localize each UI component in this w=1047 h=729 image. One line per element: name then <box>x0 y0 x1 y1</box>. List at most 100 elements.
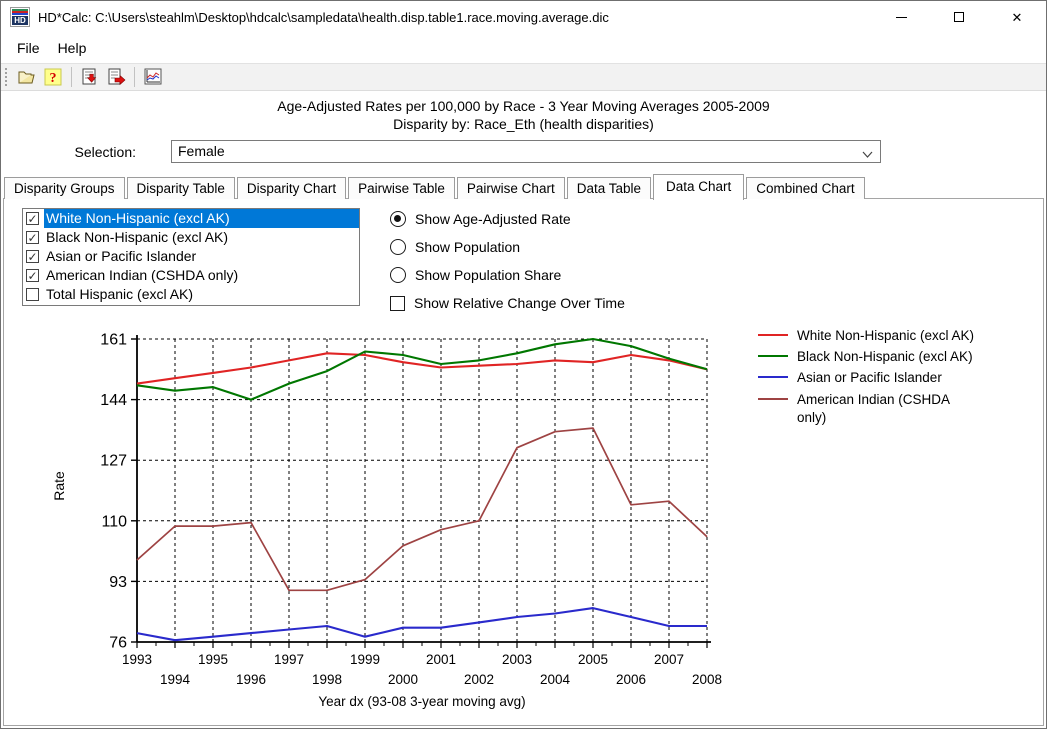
maximize-icon <box>954 12 964 22</box>
radio-show-population[interactable]: Show Population <box>390 237 520 257</box>
menu-item-file[interactable]: File <box>8 36 49 60</box>
radio-icon[interactable] <box>390 267 406 283</box>
legend-line-swatch <box>758 355 788 357</box>
group-listbox: ✓ White Non-Hispanic (excl AK) ✓ Black Non-… <box>22 208 360 306</box>
chart-options-button[interactable] <box>141 65 165 89</box>
group-label: White Non-Hispanic (excl AK) <box>44 209 359 228</box>
legend-entry: Black Non-Hispanic (excl AK) <box>758 348 1020 366</box>
group-list-item[interactable]: ✓ White Non-Hispanic (excl AK) <box>23 209 359 228</box>
toolbar-separator <box>134 67 135 87</box>
minimize-button[interactable] <box>872 1 930 33</box>
x-tick-label: 1993 <box>122 652 152 667</box>
y-tick-label: 110 <box>101 513 127 530</box>
x-tick-label: 2008 <box>692 672 722 687</box>
x-tick-label: 1995 <box>198 652 228 667</box>
x-tick-label: 1994 <box>160 672 191 687</box>
radio-selected-icon[interactable] <box>390 211 406 227</box>
x-axis-title: Year dx (93-08 3-year moving avg) <box>318 694 525 709</box>
group-label: Black Non-Hispanic (excl AK) <box>44 228 359 247</box>
tab-disparity-groups[interactable]: Disparity Groups <box>4 177 125 199</box>
tab-disparity-chart[interactable]: Disparity Chart <box>237 177 346 199</box>
group-list-item[interactable]: ✓ American Indian (CSHDA only) <box>23 266 359 285</box>
unchecked-checkbox-icon[interactable] <box>390 296 405 311</box>
checked-checkbox-icon[interactable]: ✓ <box>26 231 39 244</box>
tab-combined-chart[interactable]: Combined Chart <box>746 177 864 199</box>
close-icon: ✕ <box>1012 11 1023 24</box>
legend-entry: American Indian (CSHDA only) <box>758 391 1020 427</box>
open-file-button[interactable] <box>15 65 39 89</box>
radio-icon[interactable] <box>390 239 406 255</box>
close-button[interactable]: ✕ <box>988 1 1046 33</box>
toolbar-separator <box>71 67 72 87</box>
menu-item-help[interactable]: Help <box>49 36 96 60</box>
chart-heading-line2: Disparity by: Race_Eth (health dispariti… <box>1 116 1046 132</box>
legend-line-swatch <box>758 398 788 400</box>
export-report-icon <box>106 67 126 87</box>
help-button[interactable]: ? <box>41 65 65 89</box>
title-bar: HD HD*Calc: C:\Users\steahlm\Desktop\hdc… <box>1 1 1046 33</box>
chart-panel: 7693110127144161199319941995199619971998… <box>20 316 1031 720</box>
selection-dropdown[interactable]: Female <box>171 140 881 163</box>
tab-pairwise-table[interactable]: Pairwise Table <box>348 177 455 199</box>
app-window: HD HD*Calc: C:\Users\steahlm\Desktop\hdc… <box>0 0 1047 729</box>
open-folder-icon <box>17 67 37 87</box>
data-chart-page: ✓ White Non-Hispanic (excl AK) ✓ Black Non-… <box>3 198 1044 726</box>
tab-pairwise-chart[interactable]: Pairwise Chart <box>457 177 565 199</box>
legend-entry: White Non-Hispanic (excl AK) <box>758 327 1020 345</box>
chart-legend: White Non-Hispanic (excl AK) Black Non-Hi… <box>758 327 1020 430</box>
window-title: HD*Calc: C:\Users\steahlm\Desktop\hdcalc… <box>38 10 609 25</box>
x-tick-label: 2006 <box>616 672 646 687</box>
x-tick-label: 2001 <box>426 652 456 667</box>
x-tick-label: 2003 <box>502 652 532 667</box>
radio-label: Show Population Share <box>415 267 561 283</box>
x-tick-label: 2004 <box>540 672 571 687</box>
group-list-item[interactable]: ✓ Black Non-Hispanic (excl AK) <box>23 228 359 247</box>
legend-label: White Non-Hispanic (excl AK) <box>797 327 974 345</box>
radio-show-age-adjusted-rate[interactable]: Show Age-Adjusted Rate <box>390 209 571 229</box>
checkbox-show-relative-change-over-time[interactable]: Show Relative Change Over Time <box>390 293 625 313</box>
group-label: Asian or Pacific Islander <box>44 247 359 266</box>
help-icon: ? <box>43 67 63 87</box>
x-tick-label: 2000 <box>388 672 418 687</box>
tab-disparity-table[interactable]: Disparity Table <box>127 177 235 199</box>
y-tick-label: 76 <box>109 635 127 652</box>
toolbar-grip[interactable] <box>4 67 9 87</box>
maximize-button[interactable] <box>930 1 988 33</box>
minimize-icon <box>896 17 907 18</box>
legend-label: Black Non-Hispanic (excl AK) <box>797 348 973 366</box>
x-tick-label: 2002 <box>464 672 494 687</box>
chevron-down-icon <box>862 145 873 166</box>
toolbar: ? <box>1 63 1046 91</box>
x-tick-label: 2007 <box>654 652 684 667</box>
legend-label: American Indian (CSHDA only) <box>797 391 975 427</box>
series-white-non-hispanic-excl-ak <box>137 353 707 383</box>
radio-show-population-share[interactable]: Show Population Share <box>390 265 561 285</box>
y-axis-title: Rate <box>51 471 67 501</box>
y-tick-label: 93 <box>109 574 127 591</box>
menu-bar: File Help <box>1 33 1046 63</box>
checked-checkbox-icon[interactable]: ✓ <box>26 269 39 282</box>
checked-checkbox-icon[interactable]: ✓ <box>26 212 39 225</box>
group-list-item[interactable]: Total Hispanic (excl AK) <box>23 285 359 304</box>
group-label: Total Hispanic (excl AK) <box>44 285 359 304</box>
legend-entry: Asian or Pacific Islander <box>758 369 1020 387</box>
chart-heading-line1: Age-Adjusted Rates per 100,000 by Race -… <box>1 98 1046 114</box>
y-tick-label: 144 <box>100 392 127 409</box>
tab-data-table[interactable]: Data Table <box>567 177 651 199</box>
tab-bar: Disparity GroupsDisparity TableDisparity… <box>4 175 1043 199</box>
export-table-button[interactable] <box>78 65 102 89</box>
group-label: American Indian (CSHDA only) <box>44 266 359 285</box>
unchecked-checkbox-icon[interactable] <box>26 288 39 301</box>
x-tick-label: 1999 <box>350 652 380 667</box>
checkbox-label: Show Relative Change Over Time <box>414 295 625 311</box>
selection-label: Selection: <box>41 144 136 160</box>
checked-checkbox-icon[interactable]: ✓ <box>26 250 39 263</box>
svg-text:?: ? <box>50 71 57 86</box>
group-list-item[interactable]: ✓ Asian or Pacific Islander <box>23 247 359 266</box>
export-report-button[interactable] <box>104 65 128 89</box>
legend-line-swatch <box>758 334 788 336</box>
x-tick-label: 1996 <box>236 672 266 687</box>
y-tick-label: 161 <box>100 332 127 349</box>
export-table-icon <box>80 67 100 87</box>
tab-data-chart[interactable]: Data Chart <box>653 174 744 200</box>
